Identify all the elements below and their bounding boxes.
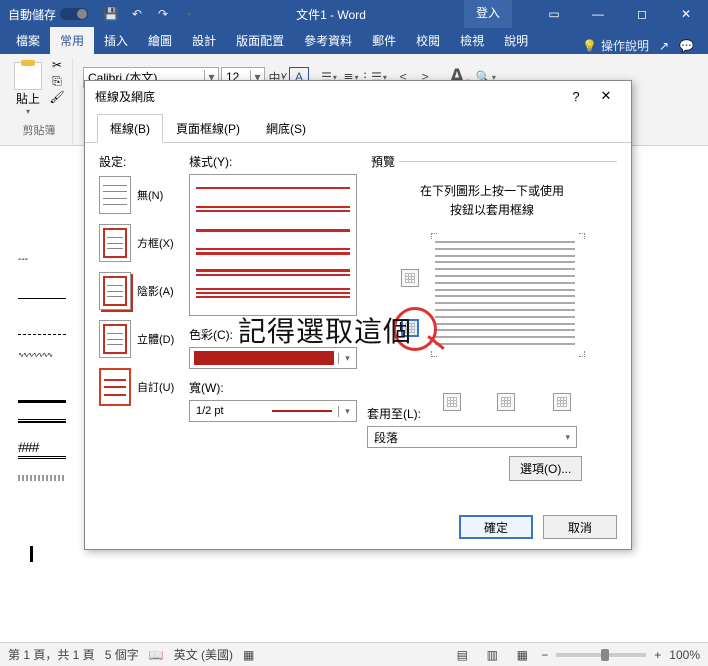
tab-view[interactable]: 檢視 (450, 27, 494, 54)
share-icon[interactable]: ↗ (659, 39, 669, 53)
setting-shadow[interactable]: 陰影(A) (99, 272, 179, 310)
setting-label: 設定: (99, 153, 179, 170)
border-right-button[interactable] (553, 393, 571, 411)
save-icon[interactable]: 💾 (102, 5, 120, 23)
print-layout-icon[interactable]: ▥ (481, 646, 503, 664)
undo-icon[interactable]: ↶ (128, 5, 146, 23)
read-mode-icon[interactable]: ▤ (451, 646, 473, 664)
close-icon[interactable]: ✕ (664, 0, 708, 28)
tab-references[interactable]: 參考資料 (294, 27, 362, 54)
tab-review[interactable]: 校閱 (406, 27, 450, 54)
window-title: 文件1 - Word (198, 6, 464, 23)
border-inside-button[interactable] (497, 393, 515, 411)
ok-button[interactable]: 確定 (459, 515, 533, 539)
apply-to-label: 套用至(L): (367, 405, 617, 422)
border-top-button[interactable] (401, 269, 419, 287)
dialog-title: 框線及網底 (95, 88, 155, 105)
zoom-slider[interactable] (556, 653, 646, 657)
paste-button[interactable]: 貼上 ▾ (12, 58, 44, 120)
tab-page-border[interactable]: 頁面框線(P) (163, 114, 253, 143)
comments-icon[interactable]: 💬 (679, 39, 694, 53)
ribbon-tabs: 檔案 常用 插入 繪圖 設計 版面配置 參考資料 郵件 校閱 檢視 說明 💡操作… (0, 28, 708, 54)
setting-3d[interactable]: 立體(D) (99, 320, 179, 358)
setting-custom[interactable]: 自訂(U) (99, 368, 179, 406)
document-content: --- ∿∿∿∿∿∿∿ ### (18, 254, 66, 497)
preview-label: 預覽 (367, 153, 399, 170)
width-combo[interactable]: 1/2 pt▾ (189, 400, 357, 422)
tab-shading[interactable]: 網底(S) (253, 114, 319, 143)
title-bar: 自動儲存 💾 ↶ ↷ 文件1 - Word 登入 ▭ — ◻ ✕ (0, 0, 708, 28)
setting-box[interactable]: 方框(X) (99, 224, 179, 262)
format-painter-icon[interactable]: 🖌 (48, 90, 66, 104)
tab-mailings[interactable]: 郵件 (362, 27, 406, 54)
tell-me[interactable]: 💡操作說明 (582, 37, 649, 54)
copy-icon[interactable]: ⎘ (48, 74, 66, 88)
zoom-level[interactable]: 100% (669, 648, 700, 662)
clipboard-group-label: 剪貼簿 (12, 120, 66, 140)
text-cursor (30, 546, 33, 562)
minimize-icon[interactable]: — (576, 0, 620, 28)
width-label: 寬(W): (189, 379, 357, 396)
dialog-help-icon[interactable]: ? (561, 81, 591, 111)
word-count[interactable]: 5 個字 (105, 646, 139, 663)
tab-insert[interactable]: 插入 (94, 27, 138, 54)
ribbon-display-icon[interactable]: ▭ (532, 0, 576, 28)
color-combo[interactable]: ▾ (189, 347, 357, 369)
setting-none[interactable]: 無(N) (99, 176, 179, 214)
cut-icon[interactable]: ✂ (48, 58, 66, 72)
signin-button[interactable]: 登入 (464, 0, 512, 28)
qat-more-icon[interactable] (180, 5, 198, 23)
tab-design[interactable]: 設計 (182, 27, 226, 54)
style-label: 樣式(Y): (189, 153, 357, 170)
autosave-toggle[interactable]: 自動儲存 (8, 6, 88, 23)
border-bottom-button[interactable] (443, 393, 461, 411)
preview-diagram[interactable] (395, 229, 595, 399)
tab-file[interactable]: 檔案 (6, 27, 50, 54)
options-button[interactable]: 選項(O)... (509, 456, 582, 481)
tab-draw[interactable]: 繪圖 (138, 27, 182, 54)
zoom-out-icon[interactable]: − (541, 648, 548, 662)
zoom-in-icon[interactable]: + (654, 648, 661, 662)
redo-icon[interactable]: ↷ (154, 5, 172, 23)
macro-icon[interactable]: ▦ (243, 648, 254, 662)
status-bar: 第 1 頁，共 1 頁 5 個字 📖 英文 (美國) ▦ ▤ ▥ ▦ − + 1… (0, 642, 708, 666)
apply-to-select[interactable]: 段落▾ (367, 426, 577, 448)
maximize-icon[interactable]: ◻ (620, 0, 664, 28)
cancel-button[interactable]: 取消 (543, 515, 617, 539)
annotation-text: 記得選取這個 (238, 310, 412, 350)
tab-borders[interactable]: 框線(B) (97, 114, 163, 143)
tab-layout[interactable]: 版面配置 (226, 27, 294, 54)
tab-home[interactable]: 常用 (50, 27, 94, 54)
page-indicator[interactable]: 第 1 頁，共 1 頁 (8, 646, 95, 663)
spell-check-icon[interactable]: 📖 (149, 648, 164, 662)
web-layout-icon[interactable]: ▦ (511, 646, 533, 664)
preview-hint: 在下列圖形上按一下或使用按鈕以套用框線 (367, 182, 617, 219)
dialog-close-icon[interactable]: ✕ (591, 81, 621, 111)
language-indicator[interactable]: 英文 (美國) (174, 646, 233, 663)
style-list[interactable] (189, 174, 357, 316)
tab-help[interactable]: 說明 (494, 27, 538, 54)
